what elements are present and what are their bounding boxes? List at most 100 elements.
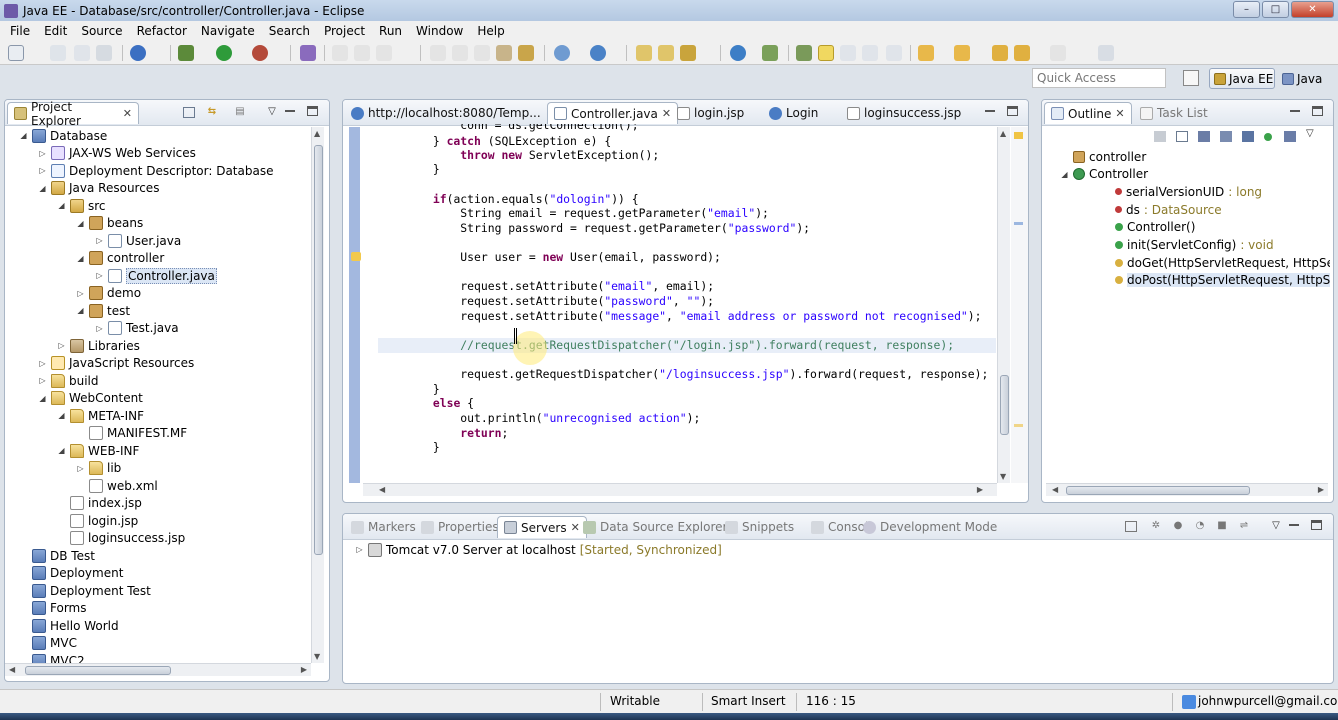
hide-static-icon[interactable] [1220,131,1232,142]
tree-item[interactable]: ▷ JAX-WS Web Services [38,145,196,162]
expand-toggle-icon[interactable]: ◢ [57,446,66,455]
expand-toggle-icon[interactable]: ◢ [1060,170,1069,179]
hide-fields-icon[interactable] [1198,131,1210,142]
expand-toggle-icon[interactable]: ▷ [95,236,104,245]
expand-toggle-icon[interactable]: ◢ [57,201,66,210]
code-line[interactable]: if(action.equals("dologin")) { [378,192,639,207]
outline-item[interactable]: controller [1060,148,1146,165]
menu-file[interactable]: File [3,24,37,38]
tab-controller-java[interactable]: Controller.java ✕ [547,102,679,124]
outline-item[interactable]: ds : DataSource [1102,201,1222,218]
tab-browser-localhost[interactable]: http://localhost:8080/Temp... [345,102,547,124]
pilcrow-icon[interactable] [886,45,902,61]
expand-toggle-icon[interactable]: ▷ [95,324,104,333]
menu-project[interactable]: Project [317,24,372,38]
tree-item[interactable]: ◢ src [57,197,106,214]
tree-item[interactable]: ◢ controller [76,250,164,267]
maximize-view-icon[interactable] [1312,106,1323,116]
expand-toggle-icon[interactable]: ▷ [76,289,85,298]
tree-item[interactable]: loginsuccess.jsp [57,530,185,547]
tree-item[interactable]: ▷ build [38,372,99,389]
tree-item[interactable]: ▷ lib [76,460,121,477]
outline-item[interactable]: ◢ Controller [1060,166,1148,183]
expand-toggle-icon[interactable]: ◢ [38,394,47,403]
tree-item[interactable]: ▷ Test.java [95,320,179,337]
maximize-button[interactable]: □ [1262,1,1289,18]
open-task-icon[interactable] [658,45,674,61]
outline-horizontal-scrollbar[interactable]: ◀ ▶ [1046,483,1328,496]
tree-item[interactable]: ▷ Controller.java [95,267,217,284]
menu-edit[interactable]: Edit [37,24,74,38]
tree-item[interactable]: ▷ User.java [95,232,181,249]
new-server-icon[interactable] [554,45,570,61]
start-server-icon[interactable]: ● [1171,520,1185,533]
close-tab-icon[interactable]: ✕ [1115,107,1124,120]
sort-icon[interactable] [1176,131,1188,142]
code-line[interactable]: conn = ds.getConnection(); [378,124,638,133]
next-annotation-icon[interactable] [918,45,934,61]
menu-refactor[interactable]: Refactor [130,24,194,38]
code-line[interactable]: else { [378,396,474,411]
code-line[interactable]: User user = new User(email, password); [378,250,721,265]
scroll-thumb[interactable] [314,145,323,555]
code-line[interactable]: request.setAttribute("password", ""); [378,294,714,309]
explorer-vertical-scrollbar[interactable]: ▲ ▼ [311,127,324,663]
search-icon[interactable] [680,45,696,61]
debug-icon[interactable] [178,45,194,61]
expand-toggle-icon[interactable]: ▷ [38,166,47,175]
expand-toggle-icon[interactable]: ◢ [76,254,85,263]
drop-to-frame-icon[interactable] [496,45,512,61]
expand-toggle-icon[interactable]: ◢ [76,219,85,228]
code-line[interactable]: request.setAttribute("email", email); [378,279,714,294]
tab-development-mode[interactable]: Development Mode [857,516,1003,538]
new-web-service-icon[interactable] [590,45,606,61]
warning-marker-icon[interactable] [351,252,361,261]
expand-toggle-icon[interactable]: ▷ [38,359,47,368]
expand-toggle-icon[interactable]: ▷ [57,341,66,350]
step-return-icon[interactable] [474,45,490,61]
code-editor[interactable]: conn = ds.getConnection(); } catch (SQLE… [378,124,996,479]
tree-item[interactable]: Deployment [19,565,123,582]
filter-icon[interactable]: ▤ [233,106,247,119]
tab-outline[interactable]: Outline ✕ [1044,102,1132,124]
tree-item[interactable]: ▷ Deployment Descriptor: Database [38,162,273,179]
google-account-icon[interactable] [1182,695,1196,709]
expand-toggle-icon[interactable]: ◢ [76,306,85,315]
code-line[interactable]: request.getRequestDispatcher("/loginsucc… [378,367,988,382]
toggle-occurrences-icon[interactable] [796,45,812,61]
tab-markers[interactable]: Markers [345,516,422,538]
print-icon[interactable] [96,45,112,61]
minimize-view-icon[interactable] [285,110,295,112]
collapse-icon[interactable] [1125,521,1137,532]
maximize-editor-icon[interactable] [1007,106,1018,116]
overview-warning-marker[interactable] [1014,424,1023,427]
tree-item[interactable]: ▷ JavaScript Resources [38,355,194,372]
tree-item[interactable]: Deployment Test [19,582,151,599]
editor-horizontal-scrollbar[interactable]: ◀ ▶ [363,483,997,496]
tree-item[interactable]: Forms [19,600,86,617]
step-into-icon[interactable] [430,45,446,61]
menu-navigate[interactable]: Navigate [194,24,262,38]
show-whitespace-icon[interactable] [862,45,878,61]
collapse-all-icon[interactable] [1154,131,1166,142]
open-type-icon[interactable] [636,45,652,61]
maximize-view-icon[interactable] [307,106,318,116]
editor-vertical-scrollbar[interactable]: ▲ ▼ [997,127,1010,483]
tree-item[interactable]: ◢ Java Resources [38,180,159,197]
pin-editor-icon[interactable] [1098,45,1114,61]
open-perspective-icon[interactable] [1183,70,1199,86]
code-line[interactable]: out.println("unrecognised action"); [378,411,700,426]
tab-snippets[interactable]: Snippets [719,516,800,538]
expand-toggle-icon[interactable]: ▷ [95,271,104,280]
scroll-thumb[interactable] [25,666,171,675]
publish-icon[interactable]: ⇌ [1237,520,1251,533]
perspective-java[interactable]: Java [1278,68,1336,89]
use-step-filters-icon[interactable] [518,45,534,61]
status-account[interactable]: johnwpurcell@gmail.com [1198,694,1338,708]
toggle-mark-occurrences-icon[interactable] [818,45,834,61]
link-with-editor-icon[interactable] [1284,131,1296,142]
terminate-icon[interactable] [376,45,392,61]
minimize-editor-icon[interactable] [985,110,995,112]
tree-item[interactable]: ◢ beans [76,215,143,232]
menu-help[interactable]: Help [470,24,511,38]
